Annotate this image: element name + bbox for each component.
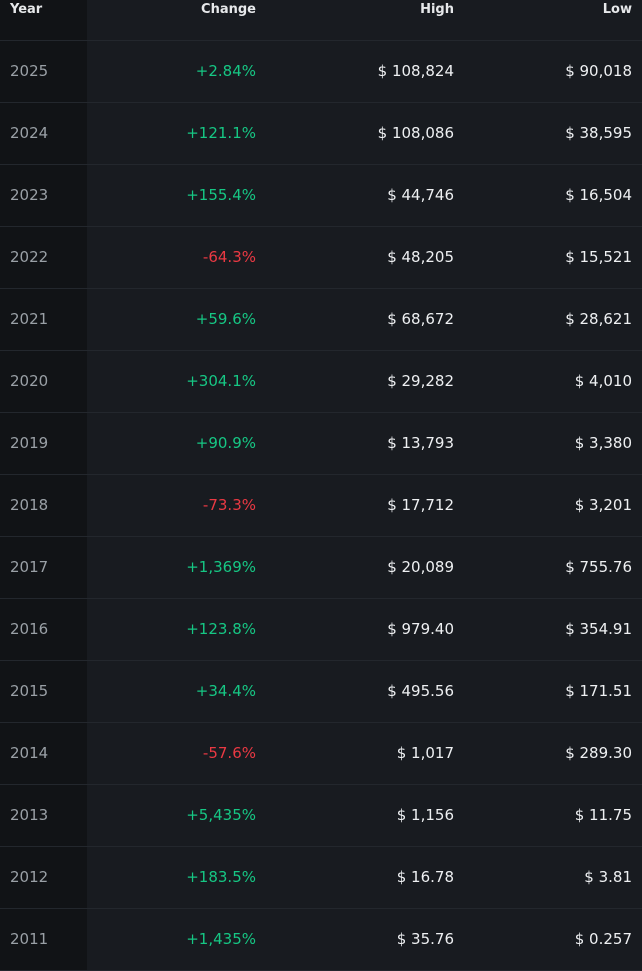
- high-cell: $ 44,746: [387, 186, 454, 204]
- year-cell: 2019: [10, 434, 49, 452]
- change-cell: +5,435%: [186, 806, 256, 824]
- low-cell: $ 16,504: [565, 186, 632, 204]
- header-high[interactable]: High: [420, 2, 454, 17]
- table-row: 2025 +2.84% $ 108,824 $ 90,018: [0, 41, 642, 103]
- change-cell: -64.3%: [202, 248, 256, 266]
- high-cell: $ 48,205: [387, 248, 454, 266]
- year-cell: 2022: [10, 248, 49, 266]
- table-row: 2012 +183.5% $ 16.78 $ 3.81: [0, 847, 642, 909]
- high-cell: $ 20,089: [387, 558, 454, 576]
- low-cell: $ 3,380: [574, 434, 632, 452]
- year-cell: 2011: [10, 930, 49, 948]
- high-cell: $ 16.78: [396, 868, 454, 886]
- year-cell: 2023: [10, 186, 49, 204]
- yearly-price-table: Year Change High Low 2025 +2.84% $ 108,824…: [0, 0, 642, 971]
- table-row: 2022 -64.3% $ 48,205 $ 15,521: [0, 227, 642, 289]
- high-cell: $ 17,712: [387, 496, 454, 514]
- low-cell: $ 171.51: [565, 682, 632, 700]
- year-cell: 2016: [10, 620, 49, 638]
- header-low[interactable]: Low: [603, 2, 632, 17]
- header-year[interactable]: Year: [10, 2, 42, 17]
- table-row: 2014 -57.6% $ 1,017 $ 289.30: [0, 723, 642, 785]
- low-cell: $ 289.30: [565, 744, 632, 762]
- change-cell: +1,435%: [186, 930, 256, 948]
- high-cell: $ 29,282: [387, 372, 454, 390]
- table-row: 2017 +1,369% $ 20,089 $ 755.76: [0, 537, 642, 599]
- year-cell: 2015: [10, 682, 49, 700]
- year-cell: 2017: [10, 558, 49, 576]
- low-cell: $ 3.81: [584, 868, 632, 886]
- change-cell: +2.84%: [195, 62, 256, 80]
- change-cell: +34.4%: [195, 682, 256, 700]
- year-cell: 2014: [10, 744, 49, 762]
- table-row: 2016 +123.8% $ 979.40 $ 354.91: [0, 599, 642, 661]
- table-row: 2023 +155.4% $ 44,746 $ 16,504: [0, 165, 642, 227]
- low-cell: $ 4,010: [574, 372, 632, 390]
- low-cell: $ 90,018: [565, 62, 632, 80]
- high-cell: $ 35.76: [396, 930, 454, 948]
- table-row: 2021 +59.6% $ 68,672 $ 28,621: [0, 289, 642, 351]
- table-row: 2013 +5,435% $ 1,156 $ 11.75: [0, 785, 642, 847]
- change-cell: -73.3%: [202, 496, 256, 514]
- year-cell: 2025: [10, 62, 49, 80]
- low-cell: $ 0.257: [574, 930, 632, 948]
- year-cell: 2020: [10, 372, 49, 390]
- table-row: 2019 +90.9% $ 13,793 $ 3,380: [0, 413, 642, 475]
- high-cell: $ 108,824: [377, 62, 454, 80]
- high-cell: $ 68,672: [387, 310, 454, 328]
- high-cell: $ 495.56: [387, 682, 454, 700]
- change-cell: +121.1%: [186, 124, 256, 142]
- low-cell: $ 755.76: [565, 558, 632, 576]
- year-cell: 2021: [10, 310, 49, 328]
- high-cell: $ 108,086: [377, 124, 454, 142]
- change-cell: +1,369%: [186, 558, 256, 576]
- low-cell: $ 28,621: [565, 310, 632, 328]
- table-row: 2020 +304.1% $ 29,282 $ 4,010: [0, 351, 642, 413]
- table-row: 2011 +1,435% $ 35.76 $ 0.257: [0, 909, 642, 971]
- high-cell: $ 979.40: [387, 620, 454, 638]
- high-cell: $ 1,156: [396, 806, 454, 824]
- high-cell: $ 13,793: [387, 434, 454, 452]
- change-cell: +183.5%: [186, 868, 256, 886]
- header-change[interactable]: Change: [201, 2, 256, 17]
- high-cell: $ 1,017: [396, 744, 454, 762]
- change-cell: +304.1%: [186, 372, 256, 390]
- year-cell: 2018: [10, 496, 49, 514]
- low-cell: $ 11.75: [574, 806, 632, 824]
- year-cell: 2013: [10, 806, 49, 824]
- year-cell: 2024: [10, 124, 49, 142]
- table-row: 2015 +34.4% $ 495.56 $ 171.51: [0, 661, 642, 723]
- low-cell: $ 15,521: [565, 248, 632, 266]
- change-cell: -57.6%: [202, 744, 256, 762]
- table-row: 2024 +121.1% $ 108,086 $ 38,595: [0, 103, 642, 165]
- change-cell: +90.9%: [195, 434, 256, 452]
- low-cell: $ 38,595: [565, 124, 632, 142]
- table-header: Year Change High Low: [0, 0, 642, 41]
- low-cell: $ 3,201: [574, 496, 632, 514]
- year-cell: 2012: [10, 868, 49, 886]
- change-cell: +123.8%: [186, 620, 256, 638]
- change-cell: +155.4%: [186, 186, 256, 204]
- table-row: 2018 -73.3% $ 17,712 $ 3,201: [0, 475, 642, 537]
- change-cell: +59.6%: [195, 310, 256, 328]
- low-cell: $ 354.91: [565, 620, 632, 638]
